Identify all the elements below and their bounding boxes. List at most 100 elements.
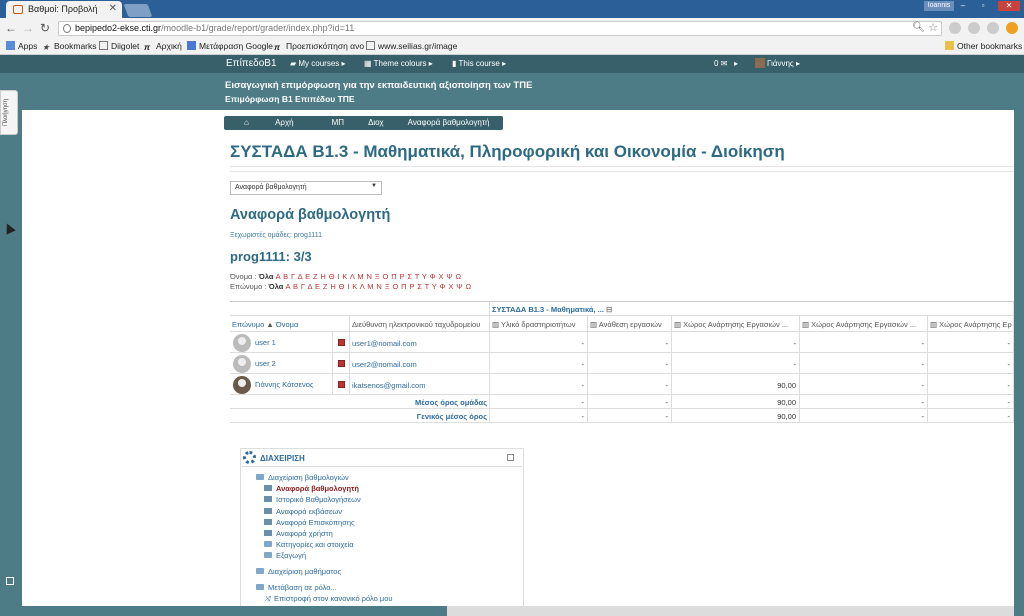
maximize-icon[interactable]: ▫ [976,1,990,11]
breadcrumb-item[interactable]: Διοχ [358,116,398,130]
bookmark-other[interactable]: Other bookmarks [945,40,1022,52]
grade-cell[interactable]: - [800,332,928,353]
nav-theme-colours[interactable]: ▦ Theme colours ▸ [364,55,433,73]
extension-icon[interactable] [968,22,980,34]
folder-icon [264,552,272,558]
grade-item-header[interactable]: ▥ Χώρος Ανάρτησης Εργασιών ... [672,316,800,332]
page-info-icon[interactable] [63,24,71,33]
user-report-cell[interactable] [333,374,350,395]
user-report-icon[interactable] [338,339,345,346]
grades-admin-node[interactable]: Διαχείριση βαθμολογιών [256,473,349,482]
back-arrow-icon[interactable]: ← [4,21,18,35]
grade-cell[interactable]: 90,00 [672,374,800,395]
nav-this-course[interactable]: ▮ This course ▸ [452,55,506,73]
sort-firstname[interactable]: Όνομα [276,320,298,329]
grade-cell[interactable]: - [672,353,800,374]
minimize-block-icon[interactable] [507,454,514,461]
zoom-icon[interactable]: 🔍︎ [912,22,925,33]
horizontal-scrollbar-thumb[interactable] [447,606,1014,616]
moodle-favicon-icon [13,5,23,14]
user-menu[interactable]: Γιάννης ▸ [755,55,800,73]
bookmark-bookmarks[interactable]: ★ Bookmarks [42,40,97,52]
admin-item-grader-report[interactable]: Αναφορά βαθμολογητή [264,484,359,493]
new-tab-button[interactable] [123,4,153,17]
sort-header-names[interactable]: Επώνυμο ▲ Όνομα [230,316,350,332]
switch-role-node[interactable]: Μετάβαση σε ρόλο... [256,583,337,592]
table-row[interactable]: user 1 [230,332,333,353]
user-report-icon[interactable] [338,381,345,388]
admin-item-overview[interactable]: Αναφορά Επισκόπησης [264,518,355,527]
user-report-icon[interactable] [338,360,345,367]
initial-all[interactable]: Όλα [259,272,274,281]
grade-cell[interactable]: - [800,374,928,395]
address-bar[interactable]: bepipedo2-ekse.cti.gr/moodle-b1/grade/re… [58,21,942,36]
admin-item-categories[interactable]: Κατηγορίες και στοιχεία [264,540,354,549]
user-name[interactable]: Γιάννης Κότσενος [255,380,314,389]
grade-cell[interactable]: - [928,332,1014,353]
collapse-icon[interactable]: ⊟ [606,305,612,314]
breadcrumb-item[interactable]: ΜΠ [322,116,358,130]
bookmark-seilias[interactable]: www.seilias.gr/image [366,40,457,52]
browser-tab[interactable]: Βαθμοί: Προβολή ✕ [6,1,122,18]
messages-menu[interactable]: 0 ✉ [714,55,727,73]
extension-icon[interactable] [949,22,961,34]
user-name[interactable]: user 2 [255,359,276,368]
grade-item-header[interactable]: ▥ Ανάθεση εργασιών [588,316,672,332]
extension-icon[interactable] [987,22,999,34]
admin-item-outcomes[interactable]: Αναφορά εκβάσεων [264,507,342,516]
user-email[interactable]: user2@nomail.com [350,353,490,374]
bookmark-diigolet[interactable]: Diigolet [99,40,139,52]
grade-cell[interactable]: - [490,332,588,353]
grade-cell[interactable]: - [490,353,588,374]
admin-item-user-report[interactable]: Αναφορά χρήστη [264,529,333,538]
table-row[interactable]: user 2 [230,353,333,374]
report-select[interactable]: Αναφορά βαθμολογητή ▼ [230,181,382,195]
notifications-arrow-icon[interactable]: ▸ [734,55,738,73]
forward-arrow-icon[interactable]: → [21,21,35,35]
email-header[interactable]: Διεύθυνση ηλεκτρονικού ταχυδρομείου [350,316,490,332]
admin-item-export[interactable]: Εξαγωγή [264,551,306,560]
grade-item-header[interactable]: ▥ Χώρος Ανάρτησης Εργασιών ... [800,316,928,332]
sort-lastname[interactable]: Επώνυμο [232,320,264,329]
close-tab-icon[interactable]: ✕ [109,3,117,14]
minimize-icon[interactable]: – [956,1,970,11]
grade-cell[interactable]: - [588,374,672,395]
bookmark-apps[interactable]: Apps [6,40,37,52]
grade-cell[interactable]: - [490,374,588,395]
course-admin-node[interactable]: Διαχείριση μαθήματος [256,567,341,576]
bookmark-preview[interactable]: π Προεπισκόπηση ανο [274,40,364,52]
dock-icon[interactable] [6,577,14,585]
grade-cell[interactable]: - [588,353,672,374]
bookmark-google-translate[interactable]: Μετάφραση Google [187,40,273,52]
bookmark-star-icon[interactable]: ☆ [928,21,938,34]
user-email[interactable]: ikatsenos@gmail.com [350,374,490,395]
user-report-cell[interactable] [333,332,350,353]
grade-cell[interactable]: - [928,374,1014,395]
user-email[interactable]: user1@nomail.com [350,332,490,353]
grade-cell[interactable]: - [928,353,1014,374]
initial-letters[interactable]: Α Β Γ Δ Ε Ζ Η Θ Ι Κ Λ Μ Ν Ξ Ο Π Ρ Σ Τ Υ … [286,282,472,291]
nav-my-courses[interactable]: ▰ My courses ▸ [290,55,346,73]
grade-item-header[interactable]: ▥ Χώρος Ανάρτησης Ερ [928,316,1014,332]
extension-icon[interactable] [1006,22,1018,34]
user-report-cell[interactable] [333,353,350,374]
category-header[interactable]: ΣΥΣΤΑΔΑ Β1.3 - Μαθηματικά, ... ⊟ [490,302,1014,316]
initial-letters[interactable]: Α Β Γ Δ Ε Ζ Η Θ Ι Κ Λ Μ Ν Ξ Ο Π Ρ Σ Τ Υ … [276,272,462,281]
bookmark-home[interactable]: π Αρχική [144,40,182,52]
group-selector[interactable]: Ξεχωριστές ομάδες: prog1111 [230,232,322,239]
reload-icon[interactable]: ↻ [38,21,52,35]
profile-chip[interactable]: Ioannis [924,1,954,11]
user-name[interactable]: user 1 [255,338,276,347]
grade-cell[interactable]: - [672,332,800,353]
grade-cell[interactable]: - [800,353,928,374]
initial-all[interactable]: Όλα [269,282,284,291]
navigation-drawer-tab[interactable]: Πλοήγηση [0,90,18,135]
window-close-icon[interactable]: ✕ [998,1,1020,11]
grade-cell[interactable]: - [588,332,672,353]
breadcrumb-home[interactable]: ⌂ Αρχή [224,116,322,130]
table-row[interactable]: Γιάννης Κότσενος [230,374,333,395]
return-role-link[interactable]: ⤨ Επιστροφή στον κανονικό ρόλο μου [264,594,393,603]
grade-item-header[interactable]: ▥ Υλικό δραστηριοτήτων [490,316,588,332]
admin-item-grade-history[interactable]: Ιστορικό Βαθμολογήσεων [264,495,361,504]
site-brand[interactable]: ΕπίπεδοΒ1 [226,55,277,73]
